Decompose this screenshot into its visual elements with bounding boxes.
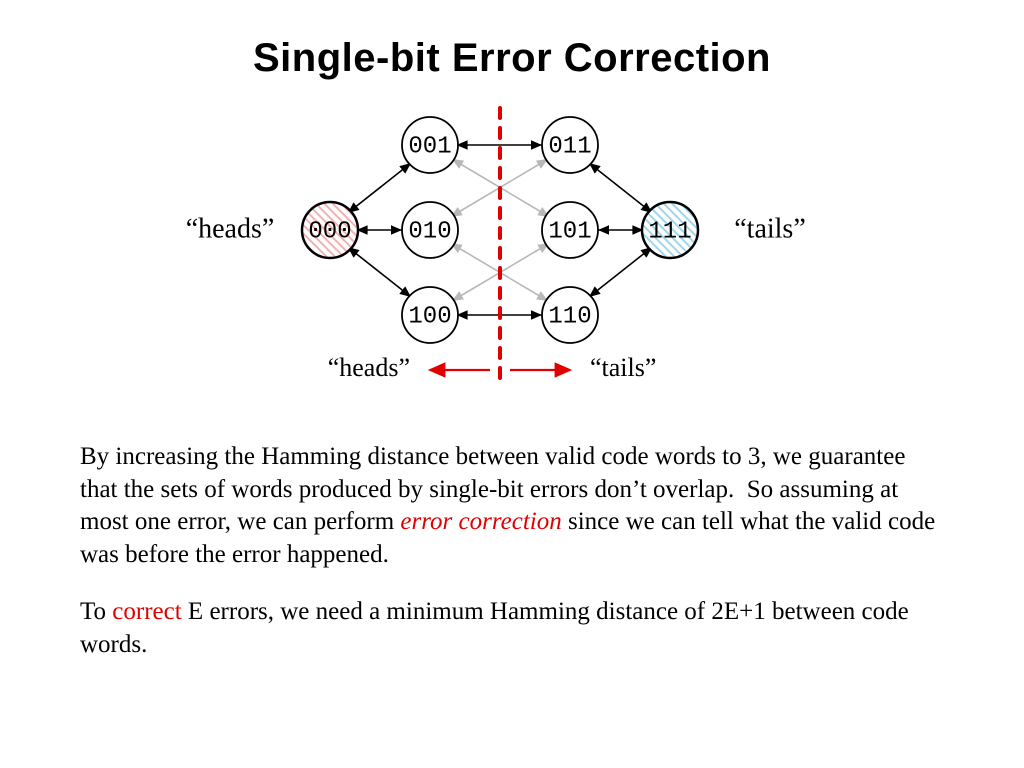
node-100: 100 [402, 287, 458, 343]
slide-title: Single-bit Error Correction [0, 36, 1024, 81]
node-000: 000 [302, 202, 358, 258]
node-001-label: 001 [408, 133, 451, 160]
node-001: 001 [402, 117, 458, 173]
node-011: 011 [542, 117, 598, 173]
paragraph-2: To correct E errors, we need a minimum H… [80, 596, 944, 661]
slide: Single-bit Error Correction [0, 0, 1024, 768]
node-111: 111 [642, 202, 698, 258]
node-110: 110 [542, 287, 598, 343]
node-101-label: 101 [548, 218, 591, 245]
node-010-label: 010 [408, 218, 451, 245]
p2-b: E errors, we need a minimum Hamming dist… [80, 598, 909, 658]
left-side-label: “heads” [186, 213, 275, 244]
bottom-left-label: “heads” [328, 353, 410, 382]
body-text: By increasing the Hamming distance betwe… [80, 416, 944, 686]
node-100-label: 100 [408, 303, 451, 330]
p1-emphasis: error correction [400, 508, 561, 535]
p2-red: correct [112, 598, 181, 625]
hamming-diagram: 000 001 010 100 011 101 110 111 [0, 90, 1024, 410]
node-011-label: 011 [548, 133, 591, 160]
right-side-label: “tails” [734, 213, 806, 244]
node-110-label: 110 [548, 303, 591, 330]
node-010: 010 [402, 202, 458, 258]
p2-a: To [80, 598, 112, 625]
node-101: 101 [542, 202, 598, 258]
node-111-label: 111 [648, 218, 691, 245]
bottom-right-label: “tails” [590, 353, 656, 382]
node-000-label: 000 [308, 218, 351, 245]
paragraph-1: By increasing the Hamming distance betwe… [80, 441, 944, 571]
